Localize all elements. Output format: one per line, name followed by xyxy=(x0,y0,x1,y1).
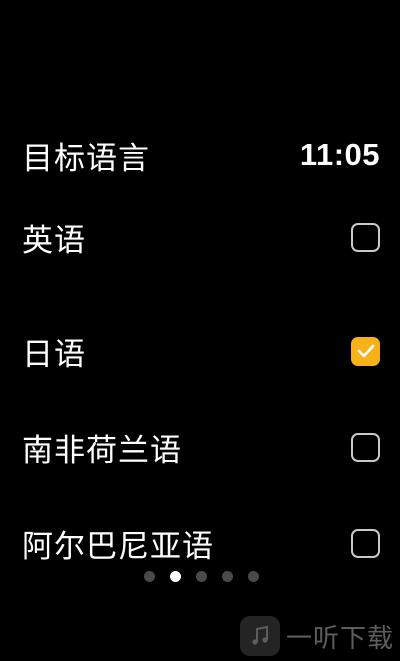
page-dot xyxy=(143,571,155,582)
checkbox-albanian[interactable] xyxy=(351,528,380,558)
page-dot-active xyxy=(169,571,181,582)
language-label: 南非荷兰语 xyxy=(22,432,182,469)
language-row-japanese[interactable]: 日语 xyxy=(22,326,380,376)
language-label: 英语 xyxy=(22,222,86,259)
checkmark-icon xyxy=(357,344,374,358)
page-dot xyxy=(195,571,207,582)
page-indicator xyxy=(1,571,400,582)
language-label: 阿尔巴尼亚语 xyxy=(22,528,214,565)
language-row-english[interactable]: 英语 xyxy=(22,212,380,262)
page-dot xyxy=(221,571,233,582)
language-row-albanian[interactable]: 阿尔巴尼亚语 xyxy=(22,518,380,568)
clock-time: 11:05 xyxy=(299,137,380,172)
page-title: 目标语言 xyxy=(22,140,150,177)
header: 目标语言 11:05 xyxy=(22,133,380,177)
music-note-logo-icon xyxy=(240,616,280,656)
checkbox-japanese[interactable] xyxy=(351,336,380,366)
watermark: 一听下载 xyxy=(240,614,394,658)
checkbox-afrikaans[interactable] xyxy=(351,432,380,462)
page-dot xyxy=(247,571,259,582)
checkbox-english[interactable] xyxy=(351,222,380,252)
watermark-text: 一听下载 xyxy=(286,623,395,654)
language-label: 日语 xyxy=(22,336,86,373)
language-row-afrikaans[interactable]: 南非荷兰语 xyxy=(22,422,380,472)
